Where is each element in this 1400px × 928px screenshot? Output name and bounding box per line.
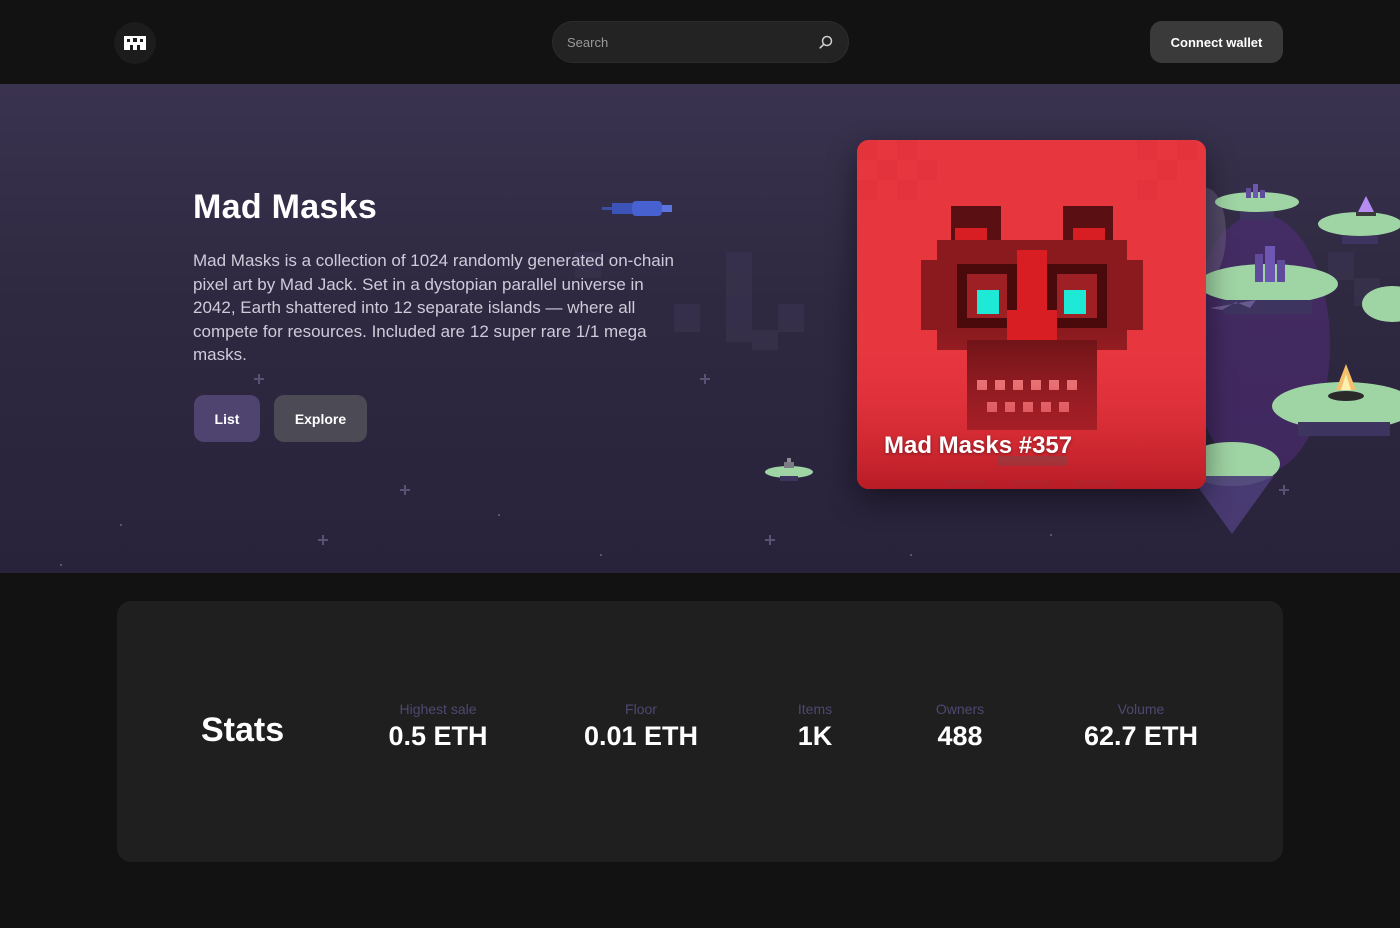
explore-button[interactable]: Explore	[274, 395, 367, 442]
mad-masks-logo-icon	[124, 36, 146, 50]
stats-panel: Stats Highest sale 0.5 ETH Floor 0.01 ET…	[117, 601, 1283, 862]
stat-value: 0.5 ETH	[388, 721, 488, 751]
stat-floor: Floor 0.01 ETH	[584, 701, 698, 752]
featured-nft-card[interactable]: Mad Masks #357	[857, 140, 1206, 489]
search-bar[interactable]	[552, 21, 849, 63]
stats-title: Stats	[201, 711, 285, 749]
stat-highest-sale: Highest sale 0.5 ETH	[388, 701, 487, 752]
stat-value: 488	[937, 721, 983, 751]
stat-value: 0.01 ETH	[583, 721, 699, 751]
stat-items: Items 1K	[798, 701, 833, 752]
stat-label: Floor	[625, 701, 657, 717]
logo[interactable]	[114, 22, 156, 64]
stat-label: Volume	[1117, 701, 1165, 717]
stat-label: Owners	[935, 701, 985, 717]
connect-wallet-button[interactable]: Connect wallet	[1150, 21, 1283, 63]
list-button[interactable]: List	[194, 395, 260, 442]
stat-value: 1K	[797, 721, 833, 751]
search-icon[interactable]	[818, 34, 834, 50]
nft-name: Mad Masks #357	[884, 432, 1073, 459]
hero-section: Mad Masks Mad Masks is a collection of 1…	[0, 84, 1400, 573]
stat-value: 62.7 ETH	[1083, 721, 1199, 751]
collection-description: Mad Masks is a collection of 1024 random…	[193, 251, 674, 364]
top-navigation-bar: Connect wallet	[0, 0, 1400, 84]
stat-label: Items	[797, 701, 833, 717]
collection-title: Mad Masks	[193, 188, 378, 226]
stat-owners: Owners 488	[936, 701, 984, 752]
stat-label: Highest sale	[399, 701, 477, 717]
stat-volume: Volume 62.7 ETH	[1084, 701, 1198, 752]
search-input[interactable]	[567, 34, 818, 50]
